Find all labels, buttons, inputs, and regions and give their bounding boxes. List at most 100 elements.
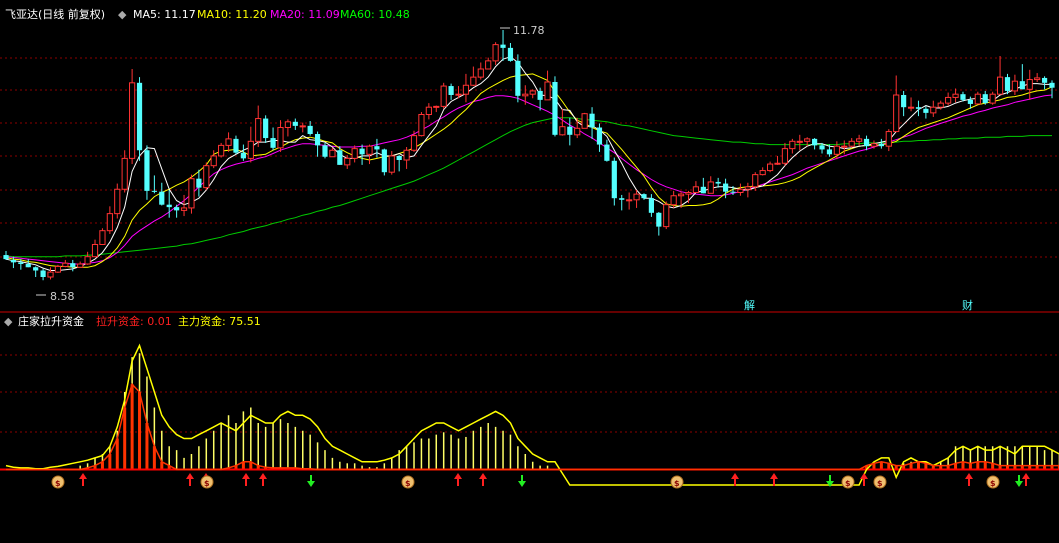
candle-body-up [559, 126, 566, 136]
candle [878, 138, 884, 149]
candle-body-down [656, 212, 662, 227]
candle [188, 174, 195, 214]
candle-body-up [737, 188, 744, 193]
candle-body-up [1011, 80, 1019, 92]
bag-glyph: $ [990, 479, 996, 488]
ma60-label: MA60: 10.48 [340, 8, 410, 21]
candle [692, 181, 700, 193]
arrow-shaft [189, 479, 191, 486]
lift-bar [108, 454, 112, 470]
candle-body-down [537, 90, 543, 100]
ma-settings-icon[interactable]: ◆ [118, 8, 127, 21]
candle [715, 177, 721, 188]
candle [106, 206, 113, 234]
candle [462, 73, 470, 103]
candle-body-up [796, 140, 803, 143]
candle [677, 191, 685, 208]
candle [247, 126, 254, 163]
candle-body-down [863, 138, 870, 147]
candle [663, 201, 670, 230]
candle [144, 145, 150, 200]
candle [1004, 73, 1011, 95]
candle-body-down [730, 191, 736, 193]
candle [544, 70, 551, 101]
candle [3, 251, 9, 260]
arrow-head [79, 473, 87, 479]
candle-body-down [715, 181, 721, 184]
candle-body-up [945, 96, 952, 104]
candle-body-up [633, 193, 640, 201]
candle-body-down [648, 198, 655, 213]
candle-body-down [1041, 77, 1048, 83]
candle-body-up [781, 148, 789, 164]
candle-body-up [663, 204, 670, 228]
candle [121, 150, 128, 193]
money-bag-icon: $ [200, 475, 214, 489]
candle [225, 132, 232, 152]
price-annotations: 11.78 8.58 解 财 [50, 24, 973, 312]
ma10-label: MA10: 11.20 [197, 8, 267, 21]
candle [440, 82, 447, 109]
candle-body-up [492, 44, 499, 62]
lift-fund-line [6, 382, 1059, 471]
buy-arrow-icon [259, 473, 267, 486]
candle [901, 90, 907, 117]
candle [277, 120, 284, 152]
candle-body-up [351, 148, 358, 159]
candlesticks [3, 30, 1055, 281]
candle [99, 228, 106, 245]
candle [210, 150, 217, 169]
indicator-panel [0, 343, 1059, 486]
candle-body-down [982, 94, 988, 104]
candle [114, 183, 121, 219]
candle-body-up [767, 163, 774, 172]
candle [626, 192, 633, 210]
candle-body-up [804, 138, 811, 142]
candle-body-up [218, 144, 225, 157]
candle-body-up [626, 199, 633, 202]
candle [218, 142, 225, 158]
candle [789, 138, 796, 154]
arrow-shaft [968, 479, 970, 486]
candle [915, 100, 922, 117]
candle-body-up [210, 155, 217, 167]
candle-body-up [893, 94, 900, 133]
candle-body-down [40, 270, 46, 277]
stock-chart[interactable]: $ $ $ $ $ $ $ 飞亚达(日线 前复权) ◆ MA5: 11.17 MA10: 1… [0, 0, 1059, 543]
candle-body-down [33, 267, 39, 271]
candle-body-down [174, 207, 180, 211]
candle [1011, 74, 1019, 95]
candle [930, 100, 937, 117]
low-price-label: 8.58 [50, 290, 75, 303]
candle-body-up [707, 181, 714, 194]
candle-body-down [263, 118, 269, 139]
main-fund-label: 主力资金: 75.51 [178, 314, 261, 328]
candle [403, 147, 410, 169]
candle [781, 142, 789, 166]
indicator-settings-icon[interactable]: ◆ [4, 315, 13, 328]
candle-body-up [937, 102, 944, 108]
arrow-head [186, 473, 194, 479]
candle-body-up [870, 143, 878, 147]
candle-body-up [462, 84, 470, 95]
candle [648, 194, 655, 217]
arrow-head [826, 481, 834, 487]
marker-jie: 解 [744, 298, 755, 312]
candle [388, 151, 395, 175]
candle-body-up [581, 113, 588, 129]
candle-body-up [952, 93, 959, 98]
candle-body-up [84, 256, 91, 265]
candle [351, 145, 358, 163]
bag-glyph: $ [674, 479, 680, 488]
candle-body-up [907, 106, 915, 109]
stock-title: 飞亚达(日线 前复权) [5, 7, 105, 21]
candle [759, 167, 766, 176]
candle-body-up [848, 140, 855, 147]
candle [448, 83, 454, 100]
arrow-head [965, 473, 973, 479]
candle-body-down [314, 134, 321, 146]
candle-body-down [292, 121, 298, 126]
candle [62, 259, 69, 268]
lift-bar [115, 438, 119, 470]
candle [1019, 64, 1025, 90]
